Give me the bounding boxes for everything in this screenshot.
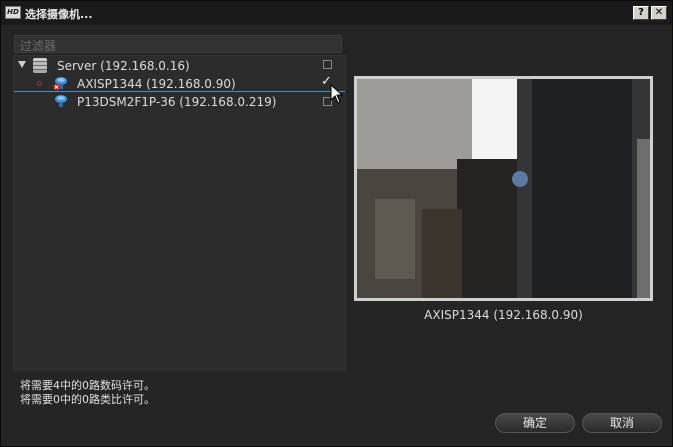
license-info-analog: 将需要0中的0路类比许可。 [20, 393, 155, 406]
mouse-cursor-icon [330, 84, 344, 104]
drop-indicator-line [14, 91, 345, 92]
tree-row-camera[interactable]: P13DSM2F1P-36 (192.168.0.219) [14, 93, 345, 111]
tree-row-server[interactable]: Server (192.168.0.16) [14, 57, 345, 75]
server-icon [33, 58, 47, 73]
camera-tree[interactable]: Server (192.168.0.16) AXISP1344 (192.168… [13, 55, 346, 371]
help-button[interactable]: ? [633, 6, 649, 20]
ok-button[interactable]: 确定 [495, 413, 575, 433]
preview-caption: AXISP1344 (192.168.0.90) [424, 308, 583, 322]
camera-preview [354, 76, 653, 301]
window-title: 选择摄像机... [25, 8, 93, 21]
expand-triangle-icon[interactable] [18, 61, 26, 68]
filter-placeholder: 过滤器 [20, 39, 57, 53]
server-checkbox[interactable] [323, 60, 332, 69]
title-bar: HD 选择摄像机... ? ✕ [1, 1, 672, 25]
server-label: Server (192.168.0.16) [57, 59, 190, 73]
status-dot-icon [37, 81, 42, 86]
camera-select-dialog: HD 选择摄像机... ? ✕ 过滤器 Server (192.168.0.16… [0, 0, 673, 447]
camera-preview-image [357, 79, 650, 298]
camera-icon [55, 95, 67, 107]
camera-label: P13DSM2F1P-36 (192.168.0.219) [77, 95, 277, 109]
app-logo-icon: HD [5, 6, 21, 19]
camera-icon [53, 77, 67, 91]
close-button[interactable]: ✕ [651, 6, 667, 20]
cancel-button[interactable]: 取消 [582, 413, 662, 433]
filter-input[interactable]: 过滤器 [14, 35, 342, 53]
camera-label: AXISP1344 (192.168.0.90) [77, 77, 236, 91]
